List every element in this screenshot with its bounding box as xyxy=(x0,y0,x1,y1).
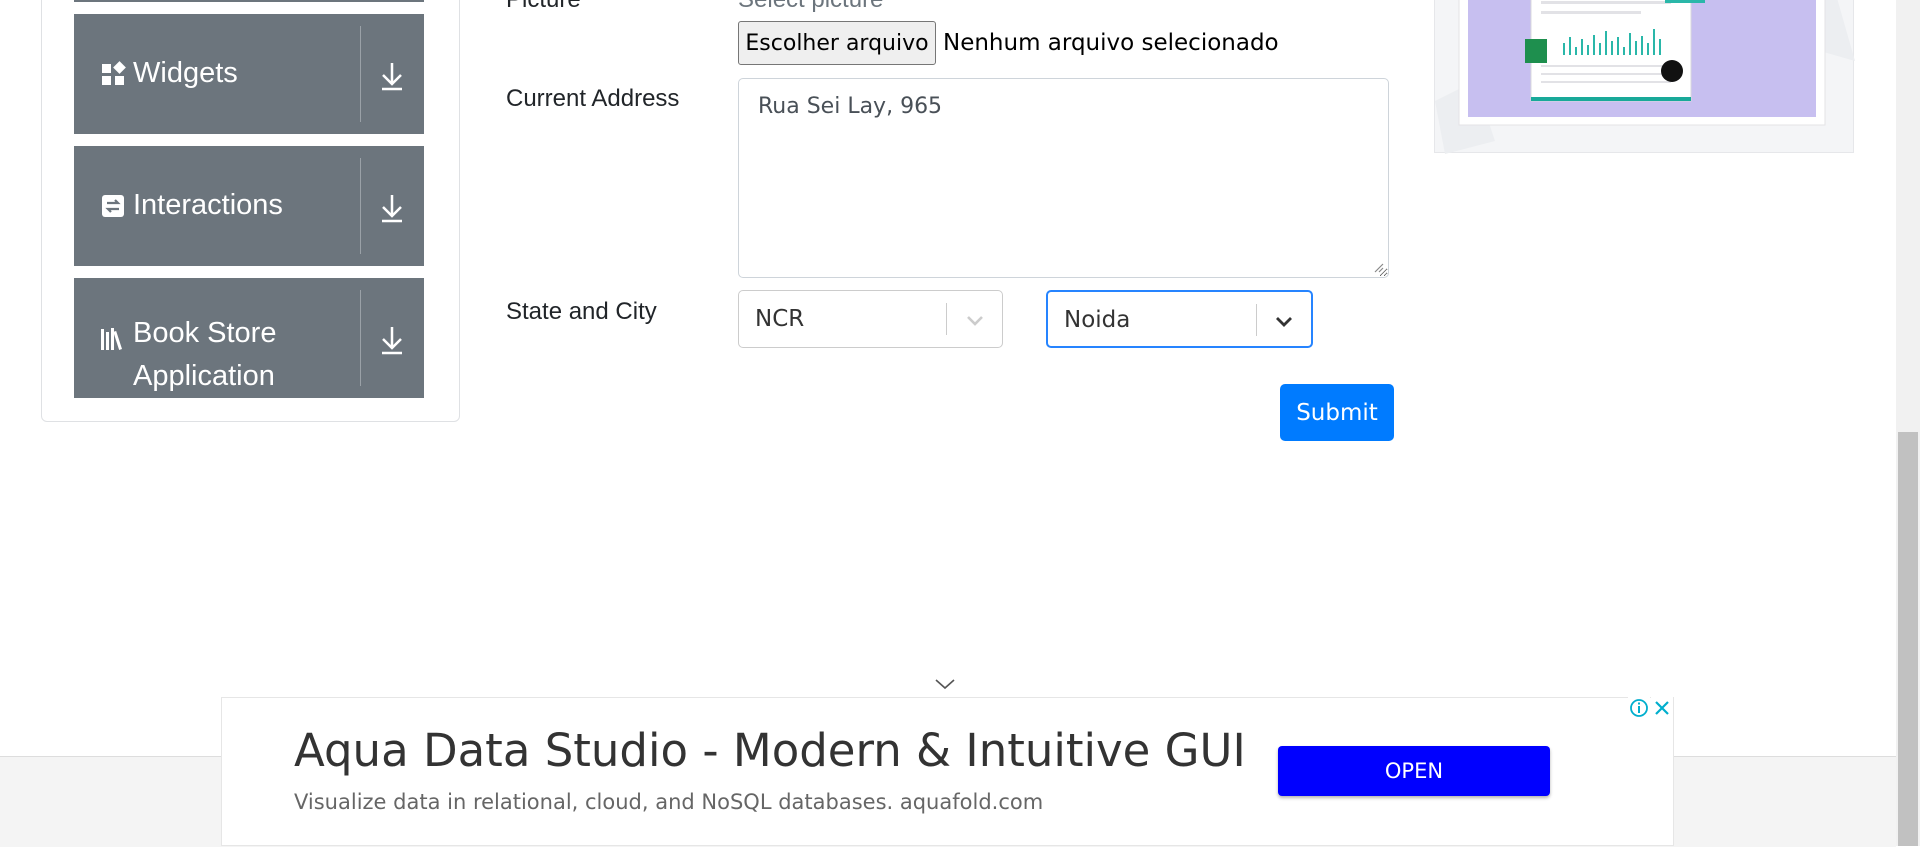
choose-file-button[interactable]: Escolher arquivo xyxy=(738,21,936,65)
current-address-value: Rua Sei Lay, 965 xyxy=(758,94,943,119)
ad-open-button[interactable]: OPEN xyxy=(1278,746,1550,796)
select-separator xyxy=(1256,304,1257,336)
ad-close-icon[interactable] xyxy=(1651,697,1673,719)
ad-title[interactable]: Aqua Data Studio - Modern & Intuitive GU… xyxy=(294,724,1246,777)
page-scrollbar-thumb[interactable] xyxy=(1898,432,1918,846)
promo-banner-image[interactable] xyxy=(1434,0,1855,154)
picture-label: Picture xyxy=(506,0,581,14)
picture-hint: Select picture xyxy=(738,0,883,14)
chevron-down-icon[interactable] xyxy=(964,310,986,330)
download-arrow-icon[interactable] xyxy=(378,191,406,225)
sidebar-group-interactions[interactable]: Interactions xyxy=(74,146,424,266)
selenium-logo xyxy=(1525,39,1547,63)
ad-info-icon[interactable] xyxy=(1628,697,1650,719)
group-divider xyxy=(360,26,361,122)
group-divider xyxy=(360,290,361,386)
current-address-textarea[interactable]: Rua Sei Lay, 965 xyxy=(738,78,1389,278)
sidebar-group-label-line1: Book Store xyxy=(133,317,277,349)
resize-grip-icon[interactable] xyxy=(1372,261,1384,273)
book-store-icon xyxy=(101,328,123,350)
cypress-logo xyxy=(1661,60,1683,82)
current-address-label: Current Address xyxy=(506,85,680,112)
state-and-city-label: State and City xyxy=(506,298,657,325)
banner-graphic xyxy=(1435,0,1855,154)
sidebar-group-label: Widgets xyxy=(133,57,238,89)
file-status-text: Nenhum arquivo selecionado xyxy=(943,30,1279,56)
state-select-value: NCR xyxy=(755,306,805,332)
sidebar-group-label: Interactions xyxy=(133,189,283,221)
ad-collapse-chevron-icon[interactable] xyxy=(932,676,958,692)
download-arrow-icon[interactable] xyxy=(378,59,406,93)
group-divider xyxy=(360,158,361,254)
state-select[interactable]: NCR xyxy=(738,290,1003,348)
city-select[interactable]: Noida xyxy=(1046,290,1313,348)
city-select-value: Noida xyxy=(1064,307,1131,333)
sidebar-group-book-store-application[interactable]: Book Store Application xyxy=(74,278,424,398)
interactions-icon xyxy=(102,195,124,217)
submit-button[interactable]: Submit xyxy=(1280,384,1394,441)
sidebar-group-forms-bottom-edge[interactable] xyxy=(74,0,424,2)
select-separator xyxy=(946,303,947,335)
sidebar-group-widgets[interactable]: Widgets xyxy=(74,14,424,134)
chevron-down-icon[interactable] xyxy=(1273,311,1295,331)
ad-subtitle[interactable]: Visualize data in relational, cloud, and… xyxy=(294,790,1043,814)
widgets-icon xyxy=(102,61,126,85)
download-arrow-icon[interactable] xyxy=(378,323,406,357)
sidebar-group-label-line2: Application xyxy=(133,360,275,392)
